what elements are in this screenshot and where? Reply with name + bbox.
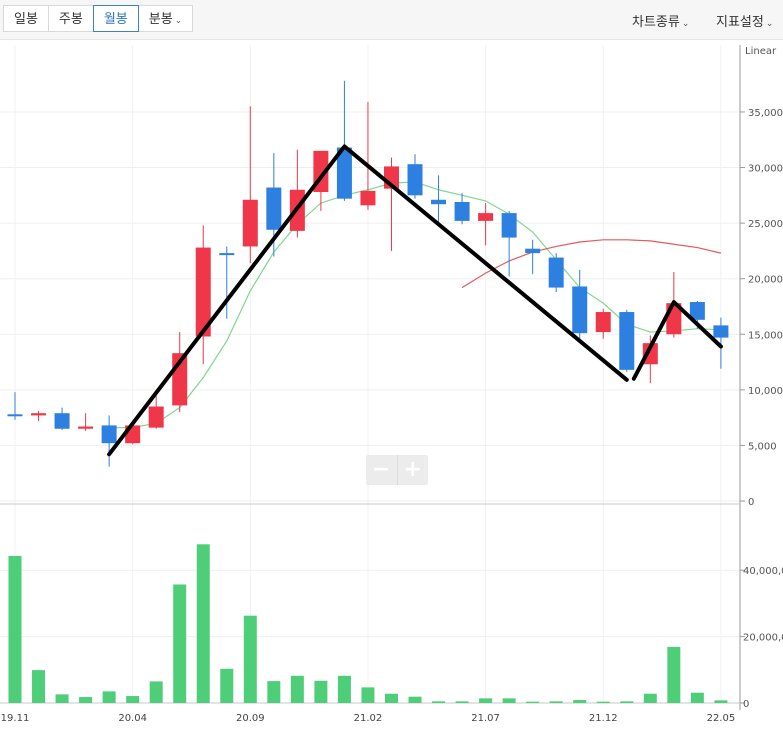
volume-bar xyxy=(596,701,610,703)
time-tick-label: 20.04 xyxy=(118,713,147,724)
candle-body xyxy=(148,406,164,428)
candle-body xyxy=(407,164,423,196)
volume-bar xyxy=(502,698,516,703)
scale-label: Linear xyxy=(745,46,777,57)
tab-daily[interactable]: 일봉 xyxy=(3,5,49,32)
chart-toolbar: 일봉 주봉 월봉 분봉 ⌄ 차트종류 ⌄ 지표설정 ⌄ xyxy=(0,0,783,40)
time-tick-label: 21.02 xyxy=(354,713,383,724)
time-tick-label: 21.12 xyxy=(589,713,618,724)
chart-type-menu[interactable]: 차트종류 ⌄ xyxy=(632,11,689,30)
volume-bar xyxy=(32,670,46,703)
volume-tick-label: 20,000,000 xyxy=(743,633,783,644)
time-tick-label: 22.05 xyxy=(707,713,736,724)
time-tick-label: 19.11 xyxy=(1,713,30,724)
volume-bar xyxy=(549,701,563,703)
volume-bar xyxy=(643,693,657,703)
volume-bar xyxy=(384,693,398,703)
volume-bar xyxy=(243,615,257,703)
volume-tick-label: 0 xyxy=(743,699,749,710)
price-tick-label: 5,000 xyxy=(748,441,777,452)
volume-bar xyxy=(573,700,587,703)
volume-bar xyxy=(149,681,163,703)
candle-body xyxy=(431,199,447,205)
candle-body xyxy=(501,213,517,238)
ma-long-line xyxy=(461,239,722,289)
price-tick-label: 25,000 xyxy=(748,219,783,230)
volume-bar xyxy=(361,687,375,703)
chevron-down-icon: ⌄ xyxy=(765,19,774,29)
candle-body xyxy=(619,312,635,370)
candle-body xyxy=(360,190,376,206)
volume-bar xyxy=(408,696,422,703)
volume-bar xyxy=(173,584,187,703)
zoom-in-button[interactable]: + xyxy=(398,455,429,485)
candle-body xyxy=(713,325,729,338)
candle-body xyxy=(548,257,564,288)
candle-body xyxy=(525,248,541,254)
time-tick-label: 21.07 xyxy=(471,713,500,724)
stock-chart[interactable]: Linear 35,000 30,000 25,000 20,000 15,000 10,… xyxy=(0,40,783,730)
volume-bar xyxy=(196,544,210,703)
candle-body xyxy=(266,187,282,230)
volume-bar xyxy=(126,696,140,703)
chevron-down-icon: ⌄ xyxy=(681,19,690,29)
candle-body xyxy=(78,426,94,429)
zoom-controls: − + xyxy=(366,455,428,485)
volume-bar xyxy=(455,701,469,703)
candle-body xyxy=(478,213,494,221)
volume-bar xyxy=(479,698,493,703)
volume-bar xyxy=(314,680,328,703)
volume-tick-label: 40,000,000 xyxy=(743,566,783,577)
tab-minute-label: 분봉 xyxy=(148,12,173,27)
candle-body xyxy=(219,253,235,256)
volume-bar xyxy=(102,691,116,703)
volume-bar xyxy=(667,646,681,703)
volume-bar xyxy=(714,700,728,703)
volume-bar xyxy=(267,681,281,703)
candle-body xyxy=(101,425,117,444)
tab-weekly[interactable]: 주봉 xyxy=(47,5,94,32)
volume-bar xyxy=(337,675,351,703)
candle-body xyxy=(31,413,47,416)
candle-body xyxy=(572,286,588,334)
candle-body xyxy=(595,312,611,333)
volume-bar xyxy=(620,701,634,703)
indicator-menu-label: 지표설정 xyxy=(716,15,764,30)
tab-minute[interactable]: 분봉 ⌄ xyxy=(137,5,194,32)
indicator-menu[interactable]: 지표설정 ⌄ xyxy=(716,11,773,30)
price-tick-label: 10,000 xyxy=(748,386,783,397)
chart-type-menu-label: 차트종류 xyxy=(632,15,680,30)
volume-bar xyxy=(79,697,93,703)
volume-bar xyxy=(290,675,304,703)
volume-bar xyxy=(526,701,540,703)
zoom-out-button[interactable]: − xyxy=(366,455,398,485)
period-tabs: 일봉 주봉 월봉 분봉 ⌄ xyxy=(3,5,194,32)
candle-body xyxy=(242,199,258,247)
price-tick-label: 20,000 xyxy=(748,275,783,286)
volume-bar xyxy=(690,692,704,703)
candle-body xyxy=(7,414,23,417)
price-tick-label: 15,000 xyxy=(748,330,783,341)
chevron-down-icon: ⌄ xyxy=(174,16,183,26)
time-tick-label: 20.09 xyxy=(236,713,265,724)
price-tick-label: 30,000 xyxy=(748,164,783,175)
volume-bar xyxy=(220,668,234,703)
tab-monthly[interactable]: 월봉 xyxy=(92,5,139,32)
grid xyxy=(0,45,740,704)
candle-body xyxy=(54,413,70,429)
price-axis: 35,000 30,000 25,000 20,000 15,000 10,000 5,00… xyxy=(740,108,783,508)
candle-body xyxy=(454,201,470,221)
volume-bar xyxy=(432,701,446,703)
price-tick-label: 0 xyxy=(748,497,754,508)
time-axis: 19.11 20.04 20.09 21.02 21.07 21.12 22.05 xyxy=(1,713,736,724)
price-tick-label: 35,000 xyxy=(748,108,783,119)
volume-bar xyxy=(8,555,22,703)
volume-bar xyxy=(55,694,69,703)
volume-axis: 40,000,000 20,000,000 0 xyxy=(740,566,783,710)
